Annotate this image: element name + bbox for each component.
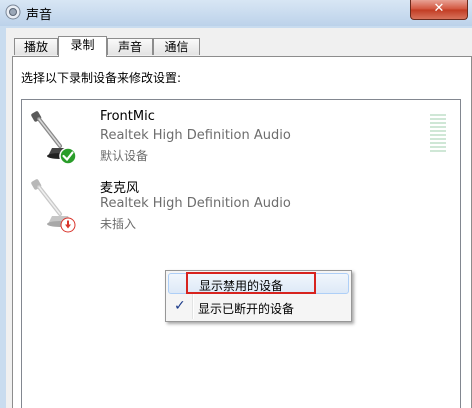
dialog-body: 播放 录制 声音 通信 选择以下录制设备来修改设置: FrontMic Real… bbox=[6, 28, 472, 408]
device-item-microphone[interactable]: 麦克风 Realtek High Definition Audio 未插入 bbox=[22, 174, 442, 234]
menu-item-label: 显示已断开的设备 bbox=[198, 302, 295, 316]
recording-panel: 选择以下录制设备来修改设置: FrontMic Realtek High Def… bbox=[12, 56, 472, 408]
context-menu: 显示禁用的设备 ✓ 显示已断开的设备 bbox=[165, 270, 352, 322]
microphone-unplugged-icon bbox=[31, 179, 76, 233]
instruction-label: 选择以下录制设备来修改设置: bbox=[21, 71, 182, 85]
device-list[interactable]: FrontMic Realtek High Definition Audio 默… bbox=[21, 99, 461, 408]
device-description: Realtek High Definition Audio bbox=[100, 196, 291, 211]
sound-dialog: 声音 ✕ 播放 录制 声音 通信 选择以下录制设备来修改设置: FrontMic… bbox=[0, 0, 472, 408]
menu-item-show-disabled[interactable]: 显示禁用的设备 bbox=[168, 273, 349, 294]
device-name: FrontMic bbox=[100, 109, 155, 124]
device-status: 未插入 bbox=[100, 217, 137, 231]
window-title: 声音 bbox=[26, 8, 53, 23]
device-description: Realtek High Definition Audio bbox=[100, 128, 291, 143]
title-bar[interactable]: 声音 ✕ bbox=[0, 0, 472, 26]
tab-communications[interactable]: 通信 bbox=[153, 38, 200, 55]
device-status: 默认设备 bbox=[100, 149, 149, 163]
close-button[interactable]: ✕ bbox=[410, 0, 468, 20]
device-item-frontmic[interactable]: FrontMic Realtek High Definition Audio 默… bbox=[22, 106, 446, 166]
microphone-default-icon bbox=[31, 111, 76, 165]
device-name: 麦克风 bbox=[100, 181, 140, 196]
tab-recording[interactable]: 录制 bbox=[58, 36, 107, 57]
checkmark-icon: ✓ bbox=[174, 298, 186, 314]
level-meter bbox=[430, 114, 446, 154]
close-icon: ✕ bbox=[433, 1, 445, 16]
tab-sounds[interactable]: 声音 bbox=[107, 38, 153, 55]
menu-item-show-disconnected[interactable]: ✓ 显示已断开的设备 bbox=[168, 297, 349, 318]
tab-playback[interactable]: 播放 bbox=[14, 38, 58, 55]
speaker-icon bbox=[5, 4, 21, 20]
menu-item-label: 显示禁用的设备 bbox=[199, 279, 284, 293]
